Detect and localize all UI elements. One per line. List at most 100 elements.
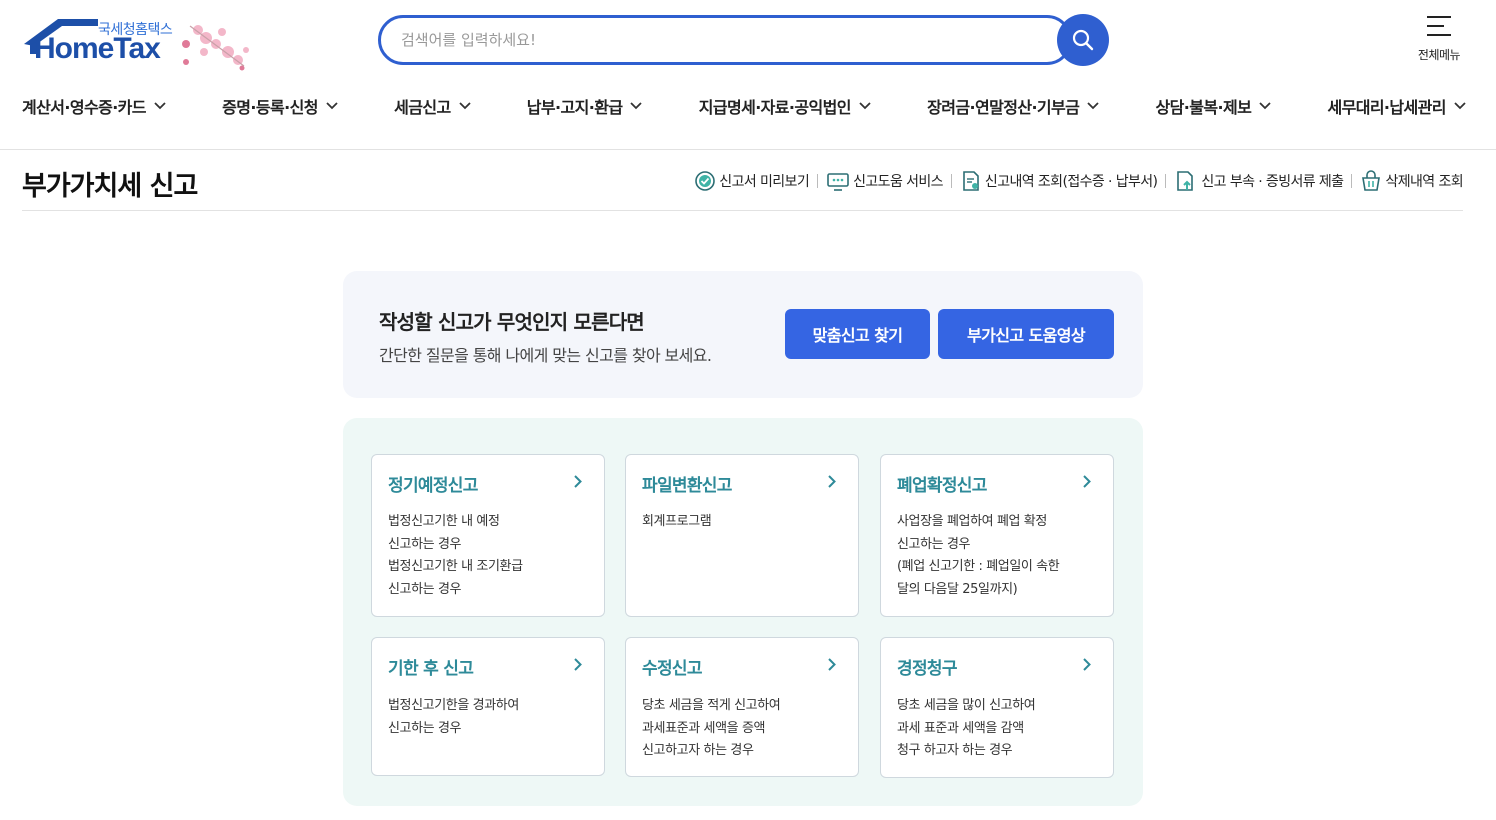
- card-title: 수정신고: [642, 659, 702, 679]
- nav-item-label: 지급명세·자료·공익법인: [698, 98, 852, 117]
- card-desc-line: 회계프로그램: [642, 514, 712, 529]
- chevron-down-icon: [630, 102, 643, 110]
- chevron-down-icon: [859, 102, 871, 110]
- help-description: 간단한 질문을 통해 나에게 맞는 신고를 찾아 보세요.: [379, 346, 712, 365]
- vat-help-video-button[interactable]: 부가신고 도움영상: [938, 309, 1114, 359]
- chevron-down-icon: [154, 102, 166, 110]
- card-regular-preliminary[interactable]: 정기예정신고 법정신고기한 내 예정 신고하는 경우 법정신고기한 내 조기환급…: [371, 454, 605, 617]
- card-desc-line: 법정신고기한을 경과하여: [388, 698, 519, 713]
- card-description: 회계프로그램: [642, 511, 712, 534]
- tool-label: 신고 부속 · 증빙서류 제출: [1201, 174, 1344, 190]
- chevron-down-icon: [458, 102, 471, 110]
- document-upload-icon: [1177, 171, 1194, 191]
- card-desc-line: 신고하는 경우: [388, 536, 462, 552]
- card-description: 법정신고기한을 경과하여 신고하는 경우: [388, 695, 519, 740]
- divider: [1165, 174, 1167, 188]
- card-desc-line: 법정신고기한 내 예정: [388, 514, 500, 529]
- card-title: 경정청구: [897, 659, 957, 679]
- chevron-right-icon: [574, 475, 582, 488]
- chevron-down-icon: [1454, 102, 1466, 110]
- card-desc-line: 신고하는 경우: [388, 582, 462, 598]
- nav-item-payment[interactable]: 납부·고지·환급: [527, 94, 643, 118]
- basket-icon: [1362, 170, 1381, 191]
- nav-item-incentives[interactable]: 장려금·연말정산·기부금: [927, 94, 1099, 118]
- logo-title: HomeTax: [34, 32, 161, 65]
- card-closure-final[interactable]: 폐업확정신고 사업장을 폐업하여 폐업 확정 신고하는 경우 (폐업 신고기한 …: [880, 454, 1114, 617]
- card-desc-line: 당초 세금을 적게 신고하여: [642, 698, 781, 713]
- search-button[interactable]: [1057, 14, 1109, 66]
- nav-item-label: 세무대리·납세관리: [1327, 98, 1446, 117]
- card-amended-filing[interactable]: 수정신고 당초 세금을 적게 신고하여 과세표준과 세액을 증액 신고하고자 하…: [625, 637, 859, 777]
- nav-item-agency[interactable]: 세무대리·납세관리: [1327, 94, 1466, 118]
- hometax-logo[interactable]: 국세청홈택스 HomeTax: [22, 16, 262, 72]
- global-nav: 계산서·영수증·카드 증명·등록·신청 세금신고 납부·고지·환급 지급명세·자…: [22, 94, 1466, 118]
- nav-item-consulting[interactable]: 상담·불복·제보: [1156, 94, 1272, 118]
- tool-label: 신고내역 조회(접수증 · 납부서): [984, 174, 1158, 190]
- divider: [817, 174, 819, 188]
- chevron-right-icon: [1083, 475, 1091, 488]
- filing-history-link[interactable]: 신고내역 조회(접수증 · 납부서): [960, 170, 1158, 192]
- nav-item-label: 장려금·연말정산·기부금: [927, 98, 1080, 117]
- search-input[interactable]: [401, 18, 1001, 62]
- page-tools: 신고서 미리보기 신고도움 서비스 신고내역 조회(접수증 · 납부서) 신고 …: [694, 170, 1464, 192]
- card-title: 정기예정신고: [388, 476, 478, 496]
- help-service-link[interactable]: 신고도움 서비스: [826, 170, 944, 192]
- site-header: 국세청홈택스 HomeTax 전체메뉴: [0, 0, 1496, 150]
- preview-form-link[interactable]: 신고서 미리보기: [694, 170, 810, 192]
- chevron-right-icon: [574, 658, 582, 671]
- document-search-icon: [963, 171, 979, 191]
- all-menu-label: 전체메뉴: [1417, 48, 1461, 62]
- search-icon: [1072, 29, 1094, 51]
- nav-item-receipts[interactable]: 계산서·영수증·카드: [22, 94, 166, 118]
- divider: [950, 174, 952, 188]
- search-box: [378, 15, 1072, 65]
- find-custom-filing-button[interactable]: 맞춤신고 찾기: [785, 309, 930, 359]
- chevron-right-icon: [828, 658, 836, 671]
- chevron-right-icon: [1083, 658, 1091, 671]
- card-title: 폐업확정신고: [897, 476, 987, 496]
- help-banner: 작성할 신고가 무엇인지 모른다면 간단한 질문을 통해 나에게 맞는 신고를 …: [343, 271, 1143, 398]
- monitor-icon: [827, 173, 849, 191]
- tool-label: 신고도움 서비스: [853, 174, 943, 190]
- nav-item-statements[interactable]: 지급명세·자료·공익법인: [699, 94, 871, 118]
- filing-type-cards: 정기예정신고 법정신고기한 내 예정 신고하는 경우 법정신고기한 내 조기환급…: [343, 418, 1143, 806]
- chevron-down-icon: [1259, 102, 1271, 110]
- card-title: 파일변환신고: [642, 476, 732, 496]
- check-circle-icon: [695, 171, 716, 191]
- card-desc-line: 당초 세금을 많이 신고하여: [897, 698, 1036, 713]
- all-menu-button[interactable]: 전체메뉴: [1408, 14, 1470, 63]
- card-desc-line: 신고하는 경우: [897, 536, 971, 552]
- card-desc-line: 과세 표준과 세액을 감액: [897, 720, 1024, 736]
- tool-label: 신고서 미리보기: [719, 174, 810, 190]
- hamburger-icon: [1427, 16, 1451, 36]
- tool-label: 삭제내역 조회: [1385, 174, 1463, 190]
- deleted-history-link[interactable]: 삭제내역 조회: [1360, 170, 1464, 192]
- card-description: 법정신고기한 내 예정 신고하는 경우 법정신고기한 내 조기환급 신고하는 경…: [388, 511, 523, 602]
- nav-item-label: 세금신고: [394, 98, 451, 117]
- card-title: 기한 후 신고: [388, 659, 474, 679]
- chevron-right-icon: [828, 475, 836, 488]
- card-desc-line: 청구 하고자 하는 경우: [897, 743, 1013, 759]
- card-description: 사업장을 폐업하여 폐업 확정 신고하는 경우 (폐업 신고기한 : 폐업일이 …: [897, 511, 1060, 602]
- nav-item-tax-filing[interactable]: 세금신고: [394, 94, 471, 118]
- card-desc-line: 달의 다음달 25일까지): [897, 582, 1018, 598]
- card-file-conversion[interactable]: 파일변환신고 회계프로그램: [625, 454, 859, 617]
- card-desc-line: 신고하고자 하는 경우: [642, 743, 754, 759]
- card-desc-line: 사업장을 폐업하여 폐업 확정: [897, 514, 1047, 529]
- nav-item-certificates[interactable]: 증명·등록·신청: [222, 94, 338, 118]
- nav-item-label: 계산서·영수증·카드: [22, 98, 147, 117]
- nav-item-label: 납부·고지·환급: [526, 98, 623, 117]
- page-title: 부가가치세 신고: [22, 171, 198, 202]
- nav-item-label: 증명·등록·신청: [222, 98, 318, 117]
- card-correction-claim[interactable]: 경정청구 당초 세금을 많이 신고하여 과세 표준과 세액을 감액 청구 하고자…: [880, 637, 1114, 778]
- card-desc-line: 과세표준과 세액을 증액: [642, 720, 766, 736]
- card-late-filing[interactable]: 기한 후 신고 법정신고기한을 경과하여 신고하는 경우: [371, 637, 605, 776]
- card-description: 당초 세금을 적게 신고하여 과세표준과 세액을 증액 신고하고자 하는 경우: [642, 695, 781, 763]
- card-description: 당초 세금을 많이 신고하여 과세 표준과 세액을 감액 청구 하고자 하는 경…: [897, 695, 1036, 763]
- submit-documents-link[interactable]: 신고 부속 · 증빙서류 제출: [1174, 170, 1344, 192]
- help-title: 작성할 신고가 무엇인지 모른다면: [379, 310, 645, 334]
- chevron-down-icon: [326, 102, 338, 110]
- nav-item-label: 상담·불복·제보: [1155, 98, 1252, 117]
- cherry-blossom-icon: [182, 25, 249, 71]
- divider: [1351, 174, 1353, 188]
